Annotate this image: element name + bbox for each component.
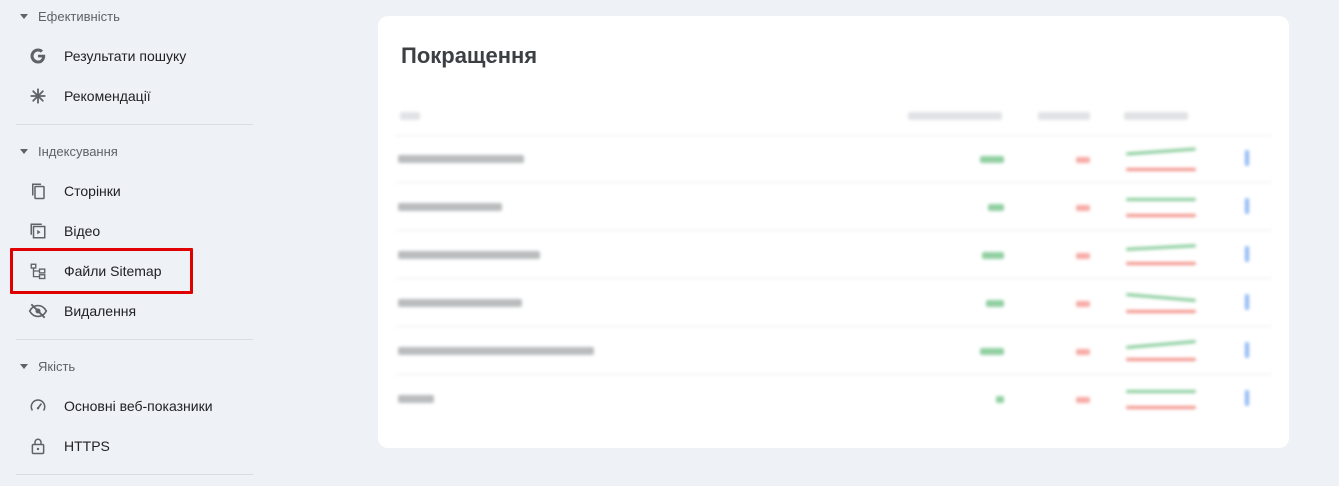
column-header (400, 112, 420, 120)
section-title: Якість (38, 358, 76, 374)
row-link-icon[interactable] (1245, 342, 1249, 358)
row-change (1076, 205, 1090, 211)
row-divider (396, 230, 1272, 231)
eye-off-icon (28, 301, 48, 321)
caret-down-icon (20, 363, 28, 369)
sparkline (1126, 198, 1196, 201)
sidebar-item-search-results[interactable]: Результати пошуку (0, 38, 253, 74)
sidebar-item-label: Сторінки (64, 183, 121, 199)
divider (16, 124, 253, 125)
row-value (980, 348, 1004, 355)
card-title: Покращення (401, 43, 538, 68)
sidebar-item-label: Видалення (64, 303, 137, 319)
highlight-box (10, 248, 193, 294)
row-value (996, 396, 1004, 403)
row-link-icon[interactable] (1245, 150, 1249, 166)
row-change (1076, 157, 1090, 163)
row-divider (396, 374, 1272, 375)
row-change (1076, 253, 1090, 259)
speedometer-icon (28, 396, 48, 416)
row-value (982, 252, 1004, 259)
row-link-icon[interactable] (1245, 294, 1249, 310)
row-label (398, 299, 522, 307)
row-label (398, 347, 594, 355)
asterisk-icon (28, 86, 48, 106)
sparkline (1125, 244, 1197, 251)
row-divider (396, 326, 1272, 327)
section-title: Ефективність (38, 8, 120, 24)
row-link-icon[interactable] (1245, 198, 1249, 214)
row-change (1076, 349, 1090, 355)
sparkline (1125, 147, 1197, 156)
row-label (398, 251, 540, 259)
row-link-icon[interactable] (1245, 246, 1249, 262)
google-g-icon (28, 46, 48, 66)
caret-down-icon (20, 148, 28, 154)
sidebar: Ефективність Результати пошуку Рекоменда… (0, 0, 265, 486)
sidebar-item-label: HTTPS (64, 438, 110, 454)
row-divider (396, 182, 1272, 183)
sparkline (1126, 358, 1196, 361)
column-header (1038, 112, 1090, 120)
sparkline (1126, 406, 1196, 409)
row-value (980, 156, 1004, 163)
caret-down-icon (20, 13, 28, 19)
section-header-performance[interactable]: Ефективність (20, 6, 120, 26)
sparkline (1126, 310, 1196, 313)
sparkline (1126, 262, 1196, 265)
pages-icon (28, 181, 48, 201)
row-value (988, 204, 1004, 211)
sparkline (1126, 292, 1196, 303)
lock-icon (28, 436, 48, 456)
enhancements-card: Покращення (378, 16, 1289, 448)
column-header (908, 112, 1002, 120)
divider (16, 474, 253, 475)
sidebar-item-recommendations[interactable]: Рекомендації (0, 78, 253, 114)
sidebar-item-https[interactable]: HTTPS (0, 428, 253, 464)
row-divider (396, 278, 1272, 279)
sidebar-item-label: Відео (64, 223, 101, 239)
row-label (398, 155, 524, 163)
sidebar-item-removals[interactable]: Видалення (0, 293, 253, 329)
row-link-icon[interactable] (1245, 390, 1249, 406)
sidebar-item-label: Основні веб-показники (64, 398, 213, 414)
sparkline (1126, 168, 1196, 171)
row-change (1076, 301, 1090, 307)
section-header-indexing[interactable]: Індексування (20, 141, 118, 161)
sidebar-item-video[interactable]: Відео (0, 213, 253, 249)
sidebar-item-label: Рекомендації (64, 88, 151, 104)
divider (16, 339, 253, 340)
row-value (986, 300, 1004, 307)
section-title: Індексування (38, 143, 118, 159)
row-divider (396, 135, 1272, 136)
row-label (398, 395, 434, 403)
sidebar-item-label: Результати пошуку (64, 48, 187, 64)
row-change (1076, 397, 1090, 403)
section-header-quality[interactable]: Якість (20, 356, 75, 376)
sparkline (1126, 390, 1196, 393)
sparkline (1126, 339, 1196, 350)
row-label (398, 203, 502, 211)
sidebar-item-core-web-vitals[interactable]: Основні веб-показники (0, 388, 253, 424)
column-header (1124, 112, 1188, 120)
sidebar-item-pages[interactable]: Сторінки (0, 173, 253, 209)
sparkline (1126, 214, 1196, 217)
video-icon (28, 221, 48, 241)
